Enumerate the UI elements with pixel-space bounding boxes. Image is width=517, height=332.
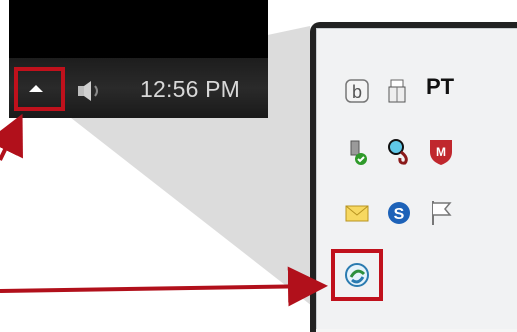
pointer-arrows <box>0 113 328 307</box>
arrow-to-tray-icon <box>0 266 328 307</box>
arrow-to-taskbar <box>0 113 23 161</box>
